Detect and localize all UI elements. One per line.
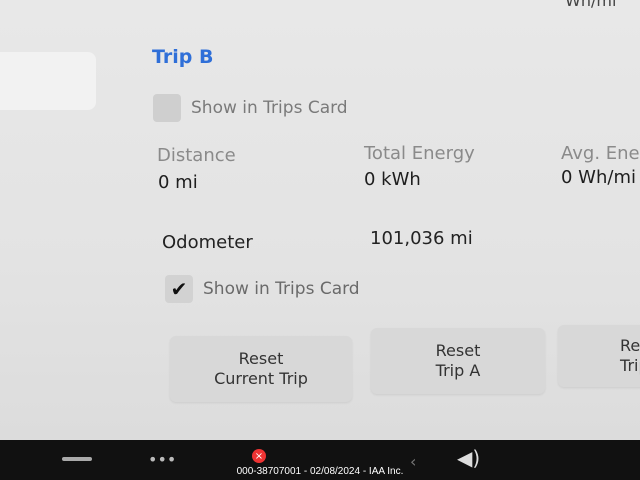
menu-icon[interactable] [62, 457, 92, 461]
odometer-label: Odometer [162, 232, 253, 253]
distance-value: 0 mi [158, 172, 198, 193]
avg-energy-label: Avg. Energy [561, 143, 640, 164]
reset-current-line2: Current Trip [214, 369, 308, 388]
reset-trip-a-button[interactable]: Reset Trip A [371, 328, 545, 394]
reset-trip-b-button[interactable]: Reset Trip B [558, 325, 640, 387]
odometer-show-in-trips-card[interactable]: ✔ Show in Trips Card [165, 275, 360, 303]
odometer-checkbox[interactable]: ✔ [165, 275, 193, 303]
trip-b-checkbox[interactable] [153, 94, 181, 122]
total-energy-value: 0 kWh [364, 169, 421, 190]
reset-b-line1: Reset [620, 336, 640, 355]
total-energy-label: Total Energy [364, 143, 475, 164]
distance-label: Distance [157, 145, 236, 166]
odometer-checkbox-label: Show in Trips Card [203, 279, 360, 299]
reset-b-line2: Trip B [620, 356, 640, 375]
trip-b-title: Trip B [152, 46, 214, 68]
reset-a-line1: Reset [435, 341, 481, 360]
check-icon: ✔ [170, 277, 188, 301]
avg-energy-value: 0 Wh/mi [561, 167, 636, 188]
notification-badge[interactable]: × [252, 449, 266, 463]
trip-b-checkbox-label: Show in Trips Card [191, 98, 348, 118]
watermark-caption: 000-38707001 - 02/08/2024 - IAA Inc. [236, 466, 404, 477]
reset-current-trip-button[interactable]: Reset Current Trip [170, 336, 352, 402]
odometer-value: 101,036 mi [370, 228, 473, 249]
top-fragment-text: Wh/mi [565, 0, 617, 10]
side-panel[interactable] [0, 52, 96, 110]
reset-current-line1: Reset [238, 349, 284, 368]
trip-b-show-in-trips-card[interactable]: Show in Trips Card [153, 94, 348, 122]
screen: Wh/mi Trip B Show in Trips Card Distance… [0, 0, 640, 440]
reset-a-line2: Trip A [435, 361, 481, 380]
